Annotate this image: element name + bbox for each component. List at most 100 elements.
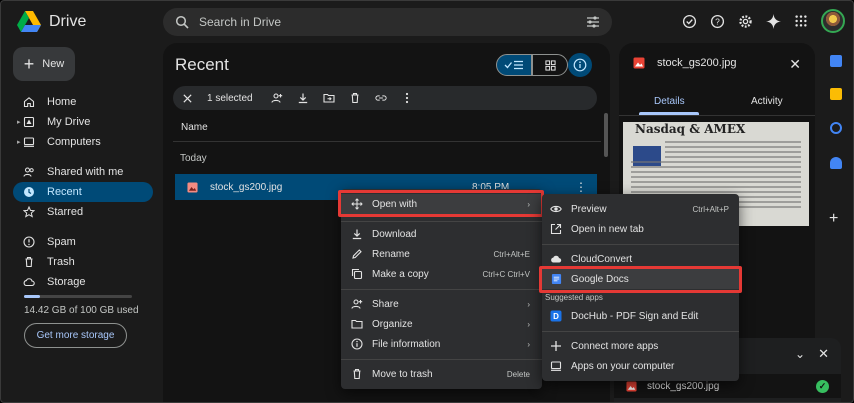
tab-activity[interactable]: Activity xyxy=(751,96,783,107)
sidebar-item-trash[interactable]: Trash xyxy=(13,252,153,272)
image-file-icon xyxy=(626,380,637,392)
sidebar-item-label: Recent xyxy=(47,186,82,198)
menu-divider xyxy=(341,289,542,290)
submenu-arrow-icon: › xyxy=(527,339,530,349)
menu-item-organize[interactable]: Organize › xyxy=(341,314,542,334)
storage-usage-fill xyxy=(24,295,40,298)
name-column-header[interactable]: Name xyxy=(181,122,208,133)
menu-item-move-to-trash[interactable]: Move to trash Delete xyxy=(341,364,542,384)
list-view-button[interactable] xyxy=(496,54,532,76)
google-docs-icon xyxy=(550,273,562,285)
menu-item-file-information[interactable]: File information › xyxy=(341,334,542,354)
keep-icon[interactable] xyxy=(830,88,842,100)
more-actions-icon[interactable] xyxy=(401,92,413,104)
search-bar[interactable] xyxy=(163,8,612,36)
search-options-icon[interactable] xyxy=(586,15,600,29)
sidebar-item-label: Trash xyxy=(47,256,75,268)
open-in-new-icon xyxy=(550,223,562,235)
file-more-actions-icon[interactable]: ⋮ xyxy=(575,180,587,194)
drive-logo-icon xyxy=(17,11,41,32)
sidebar-item-label: Shared with me xyxy=(47,166,124,178)
tab-details[interactable]: Details xyxy=(654,96,685,107)
menu-item-cloudconvert[interactable]: CloudConvert xyxy=(542,249,739,269)
cloudconvert-icon xyxy=(550,253,562,265)
menu-item-share[interactable]: Share › xyxy=(341,294,542,314)
trash-icon xyxy=(23,256,35,268)
menu-item-shortcut: Ctrl+Alt+P xyxy=(692,204,729,214)
grid-view-button[interactable] xyxy=(532,54,568,76)
menu-item-label: File information xyxy=(372,338,441,350)
clock-icon xyxy=(23,186,35,198)
apps-grid-icon[interactable] xyxy=(793,13,809,29)
menu-item-google-docs[interactable]: Google Docs xyxy=(542,269,739,289)
file-name: stock_gs200.jpg xyxy=(210,181,283,193)
menu-item-download[interactable]: Download xyxy=(341,224,542,244)
gemini-sparkle-icon[interactable] xyxy=(765,13,781,29)
menu-item-make-a-copy[interactable]: Make a copy Ctrl+C Ctrl+V xyxy=(341,264,542,284)
contacts-icon[interactable] xyxy=(830,157,842,169)
close-icon[interactable]: ✕ xyxy=(789,56,801,73)
share-person-icon[interactable] xyxy=(271,92,283,104)
plus-icon: + xyxy=(23,54,35,74)
sidebar-item-spam[interactable]: Spam xyxy=(13,232,153,252)
add-addon-icon[interactable]: + xyxy=(829,210,838,228)
dochub-icon: D xyxy=(550,310,562,322)
search-input[interactable] xyxy=(199,15,586,29)
settings-gear-icon[interactable] xyxy=(737,13,753,29)
menu-item-rename[interactable]: Rename Ctrl+Alt+E xyxy=(341,244,542,264)
close-icon[interactable]: ✕ xyxy=(818,346,829,362)
new-button[interactable]: + New xyxy=(13,47,75,81)
star-icon xyxy=(23,206,35,218)
menu-item-label: Move to trash xyxy=(372,368,433,380)
download-icon[interactable] xyxy=(297,92,309,104)
sidebar-item-shared-with-me[interactable]: Shared with me xyxy=(13,162,153,182)
grid-view-icon xyxy=(544,59,556,71)
sidebar-item-my-drive[interactable]: ▸ My Drive xyxy=(13,112,153,132)
move-to-folder-icon[interactable] xyxy=(323,92,335,104)
menu-item-open-in-new-tab[interactable]: Open in new tab xyxy=(542,219,739,239)
menu-item-apps-on-your-computer[interactable]: Apps on your computer xyxy=(542,356,739,376)
suggested-apps-heading: Suggested apps xyxy=(545,293,603,302)
menu-item-dochub[interactable]: D DocHub - PDF Sign and Edit xyxy=(542,306,739,326)
account-avatar[interactable] xyxy=(821,9,845,33)
menu-item-label: Preview xyxy=(571,203,607,215)
help-icon[interactable]: ? xyxy=(709,13,725,29)
image-file-icon xyxy=(187,181,198,193)
sidebar-item-label: Starred xyxy=(47,206,84,218)
menu-item-connect-more-apps[interactable]: Connect more apps xyxy=(542,336,739,356)
tasks-icon[interactable] xyxy=(830,122,842,134)
menu-item-preview[interactable]: Preview Ctrl+Alt+P xyxy=(542,199,739,219)
copy-link-icon[interactable] xyxy=(374,92,387,104)
details-file-title: stock_gs200.jpg xyxy=(657,57,737,69)
menu-item-open-with[interactable]: Open with › xyxy=(341,194,542,214)
menu-divider xyxy=(542,331,739,332)
new-button-label: New xyxy=(42,58,65,70)
sidebar-item-storage[interactable]: Storage xyxy=(13,272,153,292)
computer-icon xyxy=(23,136,35,148)
get-more-storage-button[interactable]: Get more storage xyxy=(24,323,127,348)
sidebar-item-label: Spam xyxy=(47,236,76,248)
expand-caret-icon[interactable]: ▸ xyxy=(17,138,21,146)
collapse-icon[interactable]: ⌄ xyxy=(795,347,805,361)
storage-usage-text: 14.42 GB of 100 GB used xyxy=(24,305,139,316)
drive-logo[interactable]: Drive xyxy=(17,11,86,33)
sidebar-item-label: My Drive xyxy=(47,116,91,128)
view-details-button[interactable] xyxy=(568,53,592,77)
sidebar-item-home[interactable]: Home xyxy=(13,92,153,112)
calendar-icon[interactable] xyxy=(830,55,842,67)
computer-icon xyxy=(550,360,562,372)
sidebar-item-starred[interactable]: Starred xyxy=(13,202,153,222)
expand-caret-icon[interactable]: ▸ xyxy=(17,118,21,126)
sidebar-item-computers[interactable]: ▸ Computers xyxy=(13,132,153,152)
info-icon xyxy=(573,58,587,72)
trash-icon[interactable] xyxy=(349,92,361,104)
upload-file-name: stock_gs200.jpg xyxy=(647,380,720,392)
search-icon[interactable] xyxy=(175,15,189,29)
sidebar-item-label: Home xyxy=(47,96,77,108)
menu-divider xyxy=(542,244,739,245)
offline-ready-icon[interactable] xyxy=(681,13,697,29)
clear-selection-icon[interactable] xyxy=(181,92,193,104)
sidebar-item-recent[interactable]: Recent xyxy=(13,182,153,202)
scrollbar[interactable] xyxy=(604,113,608,157)
menu-item-label: CloudConvert xyxy=(571,253,633,265)
